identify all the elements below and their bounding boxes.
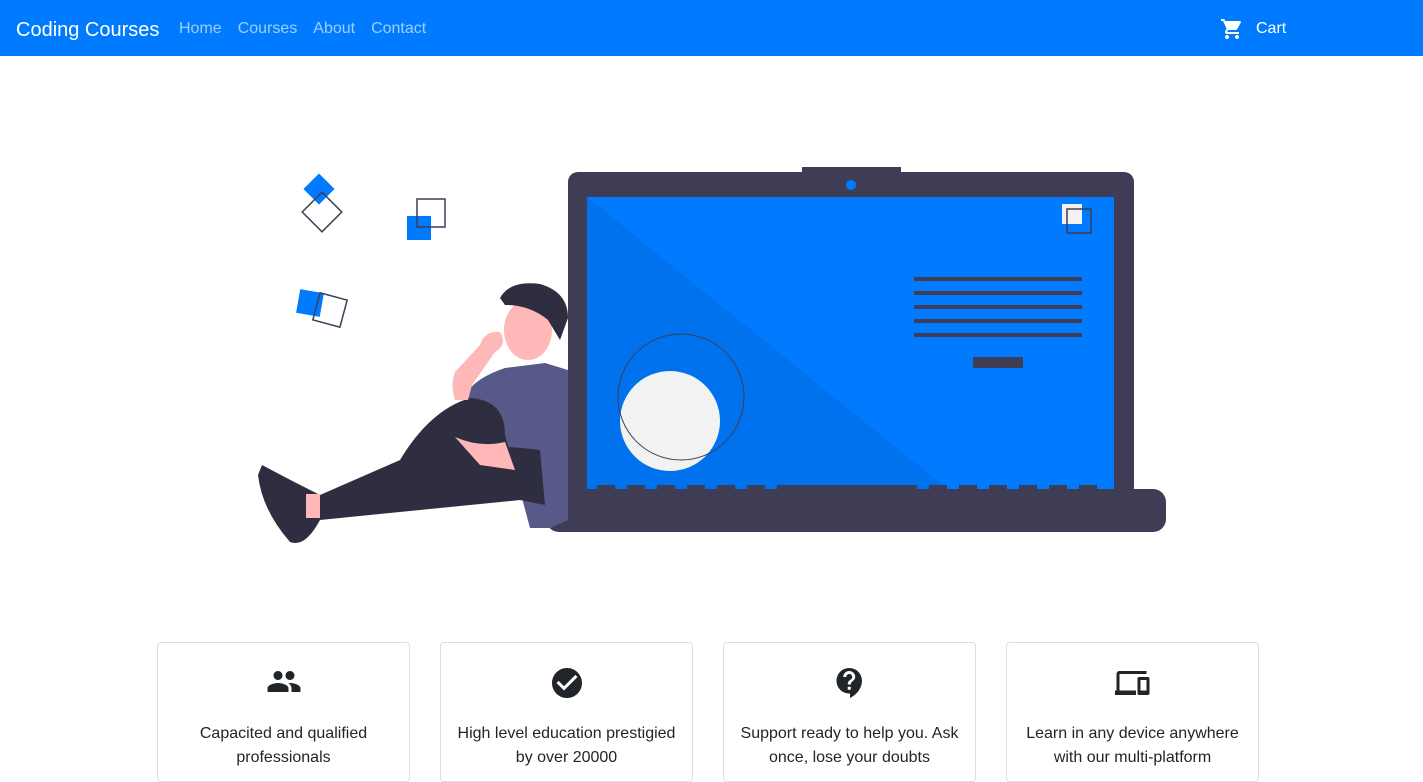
- brand-logo[interactable]: Coding Courses: [16, 16, 159, 44]
- floating-squares: [296, 173, 446, 329]
- feature-text: Capacited and qualified professionals: [199, 725, 368, 766]
- cart-label: Cart: [1256, 20, 1287, 37]
- feature-card: Support ready to help you. Ask once, los…: [723, 642, 976, 782]
- people-icon: [267, 671, 300, 692]
- nav-link-home[interactable]: Home: [179, 19, 222, 39]
- devices-icon: [1114, 671, 1149, 695]
- feature-text: High level education prestigied by over …: [457, 725, 676, 766]
- hero-illustration: [258, 167, 1166, 544]
- person-figure: [258, 283, 568, 544]
- help-bubble-icon: [836, 668, 862, 698]
- feature-card: Capacited and qualified professionals: [157, 642, 410, 782]
- nav-link-about[interactable]: About: [313, 19, 355, 39]
- feature-text: Learn in any device anywhere with our mu…: [1026, 725, 1239, 766]
- check-circle-icon: [551, 668, 582, 698]
- feature-card: High level education prestigied by over …: [440, 642, 693, 782]
- nav-links: Home Courses About Contact: [179, 19, 426, 39]
- cart-button[interactable]: Cart: [1220, 17, 1286, 41]
- feature-card: Learn in any device anywhere with our mu…: [1006, 642, 1259, 782]
- nav-link-contact[interactable]: Contact: [371, 19, 426, 39]
- laptop: [546, 167, 1166, 532]
- cart-icon: [1221, 19, 1242, 39]
- nav-link-courses[interactable]: Courses: [238, 19, 298, 39]
- features-section: Capacited and qualified professionals Hi…: [157, 642, 1259, 782]
- navbar: Coding Courses Home Courses About Contac…: [0, 0, 1423, 56]
- feature-text: Support ready to help you. Ask once, los…: [740, 725, 959, 766]
